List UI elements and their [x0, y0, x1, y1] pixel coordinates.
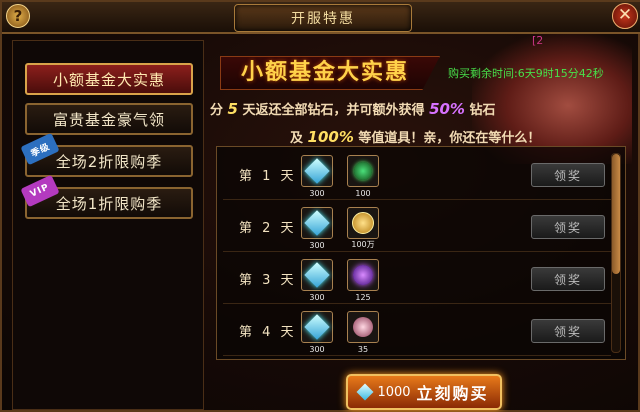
item-qty: 125 — [355, 293, 371, 302]
tab-10pct-sale[interactable]: VIP 全场1折限购季 — [20, 174, 193, 219]
diamond-qty: 300 — [309, 189, 325, 198]
item-qty: 100 — [355, 189, 371, 198]
desc-item-pct: 100% — [307, 128, 354, 146]
diamond-qty: 300 — [309, 293, 325, 302]
event-window: ? 开服特惠 ✕ [2 小额基金大实惠 富贵基金豪气领 季级 全场2折限购季 V… — [0, 0, 640, 412]
item-qty: 35 — [357, 345, 369, 354]
reward-row: 第 2 天 300 100万 领奖 — [223, 203, 611, 252]
promo-description: 分 5 天返还全部钻石，并可额外获得 50% 钻石 及 100% 等值道具！亲，… — [210, 96, 550, 152]
day-label: 第 1 天 — [239, 169, 297, 184]
diamond-icon: 300 — [301, 259, 333, 302]
window-title: 开服特惠 — [234, 4, 412, 32]
desc-bonus-pct: 50% — [429, 100, 465, 118]
gold-coin-icon: 100万 — [347, 207, 379, 249]
buy-now-button[interactable]: 1000 立刻购买 — [346, 374, 502, 410]
desc-text: 及 — [290, 131, 304, 146]
sidebar: 小额基金大实惠 富贵基金豪气领 季级 全场2折限购季 VIP 全场1折限购季 — [12, 40, 204, 410]
day-label: 第 4 天 — [239, 325, 297, 340]
diamond-icon: 300 — [301, 311, 333, 354]
tab-label: 全场1折限购季 — [55, 194, 163, 213]
diamond-icon: 300 — [301, 207, 333, 250]
day-label: 第 2 天 — [239, 221, 297, 236]
desc-text: 钻石 — [469, 103, 496, 118]
reward-row: 第 1 天 300 100 领奖 — [223, 151, 611, 200]
buy-label: 立刻购买 — [416, 384, 489, 403]
claim-button[interactable]: 领奖 — [531, 215, 605, 239]
item-qty: 100万 — [351, 240, 375, 249]
tab-label: 全场2折限购季 — [55, 152, 163, 171]
season-badge: 季级 — [20, 132, 60, 166]
banner-title: 小额基金大实惠 — [220, 56, 441, 90]
reward-row: 第 3 天 300 125 领奖 — [223, 255, 611, 304]
tab-small-fund[interactable]: 小额基金大实惠 — [25, 63, 193, 95]
desc-text: 分 — [210, 103, 224, 118]
diamond-qty: 300 — [309, 345, 325, 354]
desc-text: 等值道具！亲，你还在等什么！ — [358, 131, 541, 146]
claim-button[interactable]: 领奖 — [531, 267, 605, 291]
tab-label: 小额基金大实惠 — [52, 70, 165, 89]
help-button[interactable]: ? — [6, 4, 30, 28]
diamond-icon — [356, 383, 374, 401]
day-label: 第 3 天 — [239, 273, 297, 288]
desc-line-1: 分 5 天返还全部钻石，并可额外获得 50% 钻石 — [210, 96, 550, 124]
title-bar: ? 开服特惠 ✕ — [2, 2, 640, 34]
vip-badge: VIP — [20, 174, 60, 208]
claim-button[interactable]: 领奖 — [531, 163, 605, 187]
scrollbar-thumb[interactable] — [612, 154, 620, 274]
scrollbar[interactable] — [611, 153, 621, 353]
claim-button[interactable]: 领奖 — [531, 319, 605, 343]
diamond-qty: 300 — [309, 241, 325, 250]
green-orb-icon: 100 — [347, 155, 379, 198]
reward-list: 第 1 天 300 100 领奖 第 2 天 300 100万 领奖 第 3 天… — [216, 146, 626, 360]
countdown-timer: 购买剩余时间:6天9时15分42秒 — [448, 67, 604, 80]
close-button[interactable]: ✕ — [612, 3, 638, 29]
buy-price: 1000 — [377, 384, 411, 400]
desc-text: 天返还全部钻石，并可额外获得 — [242, 103, 425, 118]
diamond-icon: 300 — [301, 155, 333, 198]
tab-rich-fund[interactable]: 富贵基金豪气领 — [25, 103, 193, 135]
tab-label: 富贵基金豪气领 — [52, 110, 165, 129]
pink-pearl-icon: 35 — [347, 311, 379, 354]
tab-20pct-sale[interactable]: 季级 全场2折限购季 — [20, 132, 193, 177]
desc-days: 5 — [227, 100, 238, 118]
purple-orb-icon: 125 — [347, 259, 379, 302]
reward-row: 第 4 天 300 35 领奖 — [223, 307, 611, 356]
